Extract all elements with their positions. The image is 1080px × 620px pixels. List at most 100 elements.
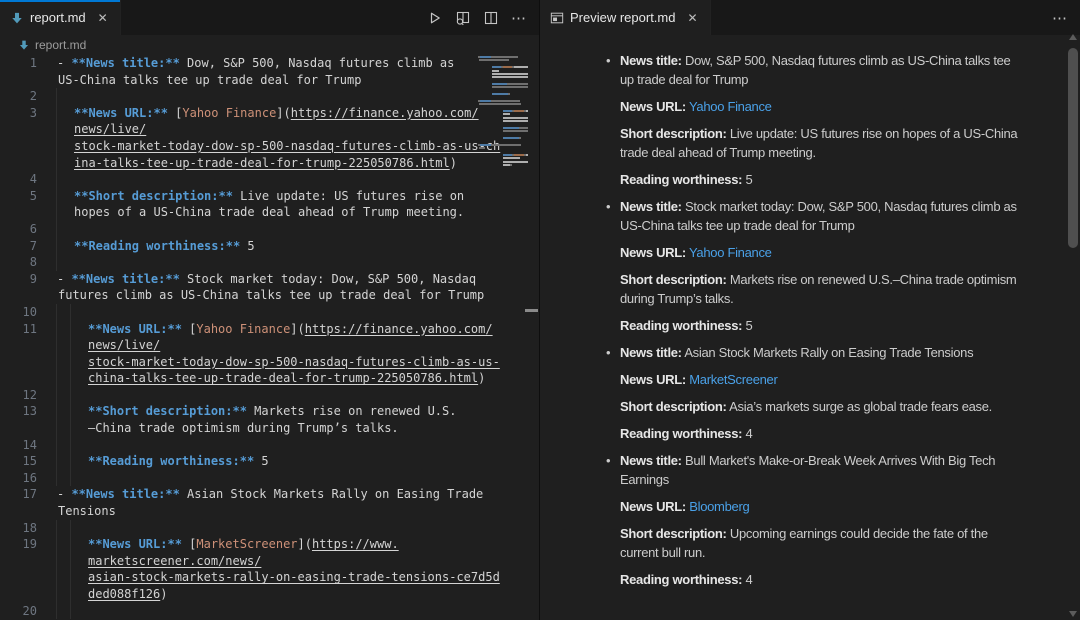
news-url-link[interactable]: Yahoo Finance — [689, 99, 772, 114]
line-number: 4 — [0, 171, 37, 188]
code-text: stock-market-today-dow-sp-500-nasdaq-fut… — [88, 354, 500, 371]
code-line[interactable]: 9 - **News title:** Stock market today: D… — [0, 271, 539, 288]
close-tab-icon[interactable]: ✕ — [685, 10, 699, 26]
code-text: china-talks-tee-up-trade-deal-for-trump-… — [88, 370, 485, 387]
more-actions-icon[interactable]: ⋯ — [507, 6, 531, 30]
code-line[interactable]: 7**Reading worthiness:** 5 — [0, 238, 539, 255]
code-line[interactable]: ded088f126) — [0, 586, 539, 603]
scrollbar-arrow-down-icon[interactable] — [1069, 611, 1077, 617]
line-number: 7 — [0, 238, 37, 255]
code-line[interactable]: ina-talks-tee-up-trade-deal-for-trump-22… — [0, 155, 539, 172]
code-line[interactable]: 1 - **News title:** Dow, S&P 500, Nasdaq … — [0, 55, 539, 72]
code-line[interactable]: 17 - **News title:** Asian Stock Markets … — [0, 486, 539, 503]
line-number: 18 — [0, 520, 37, 537]
line-number: 8 — [0, 254, 37, 271]
line-number: 14 — [0, 437, 37, 454]
code-line[interactable]: 19**News URL:** [MarketScreener](https:/… — [0, 536, 539, 553]
line-number: 9 — [0, 271, 37, 288]
news-url-link[interactable]: MarketScreener — [689, 372, 777, 387]
code-line[interactable]: stock-market-today-dow-sp-500-nasdaq-fut… — [0, 138, 539, 155]
indent-guide — [56, 370, 57, 387]
code-line[interactable]: US-China talks tee up trade deal for Tru… — [0, 72, 539, 89]
preview-field: News title: Dow, S&P 500, Nasdaq futures… — [620, 51, 1020, 89]
code-line[interactable]: 4 — [0, 171, 539, 188]
line-number: 1 — [0, 55, 37, 72]
code-text: - **News title:** Dow, S&P 500, Nasdaq f… — [57, 55, 454, 72]
indent-guide — [56, 155, 57, 172]
markdown-preview-icon — [550, 11, 564, 25]
editor-tabbar-right: Preview report.md ✕ ⋯ — [540, 0, 1080, 35]
open-preview-side-icon[interactable] — [451, 6, 475, 30]
code-line[interactable]: stock-market-today-dow-sp-500-nasdaq-fut… — [0, 354, 539, 371]
code-text: asian-stock-markets-rally-on-easing-trad… — [88, 569, 500, 586]
close-tab-icon[interactable]: ✕ — [96, 10, 110, 26]
code-editor[interactable]: 1 - **News title:** Dow, S&P 500, Nasdaq … — [0, 55, 539, 620]
breadcrumb[interactable]: report.md — [0, 35, 539, 55]
code-line[interactable]: 20 — [0, 603, 539, 620]
indent-guide — [70, 337, 71, 354]
indent-guide — [56, 403, 57, 420]
code-line[interactable]: 6 — [0, 221, 539, 238]
code-text: Tensions — [58, 503, 116, 520]
field-label: News title: — [620, 53, 682, 68]
line-number: 13 — [0, 403, 37, 420]
split-editor-icon[interactable] — [479, 6, 503, 30]
field-label: News title: — [620, 345, 682, 360]
code-line[interactable]: futures climb as US-China talks tee up t… — [0, 287, 539, 304]
code-line[interactable]: 15**Reading worthiness:** 5 — [0, 453, 539, 470]
code-line[interactable]: marketscreener.com/news/ — [0, 553, 539, 570]
code-text: news/live/ — [88, 337, 160, 354]
code-line[interactable]: 10 — [0, 304, 539, 321]
news-url-link[interactable]: Bloomberg — [689, 499, 749, 514]
code-text: ded088f126) — [88, 586, 167, 603]
indent-guide — [56, 420, 57, 437]
code-line[interactable]: hopes of a US-China trade deal ahead of … — [0, 204, 539, 221]
code-line[interactable]: 8 — [0, 254, 539, 271]
code-line[interactable]: 18 — [0, 520, 539, 537]
code-line[interactable]: asian-stock-markets-rally-on-easing-trad… — [0, 569, 539, 586]
code-line[interactable]: 11**News URL:** [Yahoo Finance](https://… — [0, 321, 539, 338]
field-label: News title: — [620, 453, 682, 468]
preview-field: Reading worthiness: 4 — [620, 424, 1020, 443]
indent-guide — [70, 321, 71, 338]
indent-guide — [56, 470, 57, 487]
indent-guide — [56, 337, 57, 354]
run-icon[interactable] — [423, 6, 447, 30]
tab-report-md[interactable]: report.md ✕ — [0, 0, 121, 35]
code-line[interactable]: 13**Short description:** Markets rise on… — [0, 403, 539, 420]
code-line[interactable]: 2 — [0, 88, 539, 105]
code-line[interactable]: 3**News URL:** [Yahoo Finance](https://f… — [0, 105, 539, 122]
indent-guide — [56, 171, 57, 188]
scrollbar-arrow-up-icon[interactable] — [1069, 34, 1077, 40]
tab-preview-report-md[interactable]: Preview report.md ✕ — [540, 0, 711, 35]
field-label: News URL: — [620, 499, 686, 514]
code-line[interactable]: news/live/ — [0, 337, 539, 354]
indent-guide — [70, 420, 71, 437]
line-number: 16 — [0, 470, 37, 487]
code-line[interactable]: –China trade optimism during Trump’s tal… — [0, 420, 539, 437]
news-url-link[interactable]: Yahoo Finance — [689, 245, 772, 260]
code-text: - **News title:** Asian Stock Markets Ra… — [57, 486, 483, 503]
code-line[interactable]: news/live/ — [0, 121, 539, 138]
tab-label: Preview report.md — [570, 10, 675, 25]
line-number: 17 — [0, 486, 37, 503]
minimap[interactable] — [478, 56, 528, 171]
line-number: 10 — [0, 304, 37, 321]
field-label: Reading worthiness: — [620, 426, 742, 441]
more-actions-icon[interactable]: ⋯ — [1048, 6, 1072, 30]
code-line[interactable]: 12 — [0, 387, 539, 404]
field-label: Short description: — [620, 399, 727, 414]
code-text: **News URL:** [MarketScreener](https://w… — [88, 536, 399, 553]
code-line[interactable]: china-talks-tee-up-trade-deal-for-trump-… — [0, 370, 539, 387]
code-line[interactable]: Tensions — [0, 503, 539, 520]
code-line[interactable]: 5**Short description:** Live update: US … — [0, 188, 539, 205]
indent-guide — [70, 536, 71, 553]
indent-guide — [70, 403, 71, 420]
scrollbar-thumb[interactable] — [1068, 48, 1078, 248]
indent-guide — [56, 453, 57, 470]
indent-guide — [70, 603, 71, 620]
code-text: - **News title:** Stock market today: Do… — [57, 271, 476, 288]
code-line[interactable]: 14 — [0, 437, 539, 454]
code-lines: 1 - **News title:** Dow, S&P 500, Nasdaq … — [0, 55, 539, 620]
code-line[interactable]: 16 — [0, 470, 539, 487]
